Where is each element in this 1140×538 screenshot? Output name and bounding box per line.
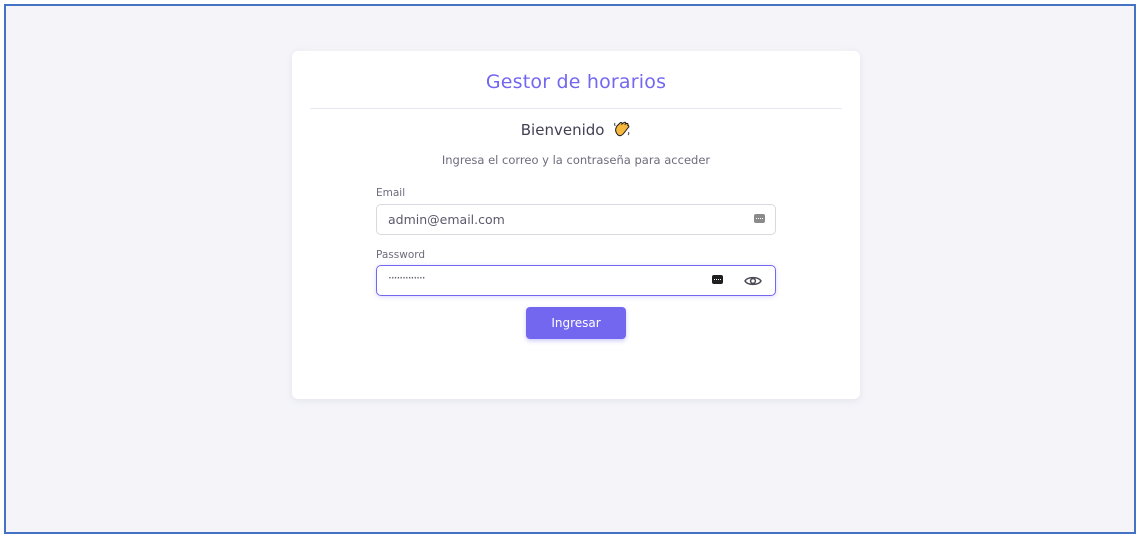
waving-hand-icon — [613, 120, 631, 142]
login-button[interactable]: Ingresar — [526, 307, 626, 339]
page-frame: Gestor de horarios Bienvenido Ingresa el… — [4, 4, 1136, 534]
email-value: admin@email.com — [388, 212, 505, 227]
password-label: Password — [376, 249, 426, 261]
password-value: ············· — [388, 271, 426, 285]
autofill-key-icon[interactable] — [712, 275, 723, 284]
email-label: Email — [376, 187, 406, 199]
title-divider — [310, 108, 842, 109]
autofill-key-icon[interactable] — [754, 214, 765, 223]
login-card: Gestor de horarios Bienvenido Ingresa el… — [292, 51, 860, 399]
login-instructions: Ingresa el correo y la contraseña para a… — [441, 153, 711, 167]
welcome-text: Bienvenido — [520, 121, 605, 139]
password-field[interactable]: ············· — [376, 265, 776, 296]
app-title: Gestor de horarios — [485, 71, 667, 93]
eye-icon[interactable] — [743, 272, 763, 294]
email-field[interactable]: admin@email.com — [376, 204, 776, 235]
welcome-heading: Bienvenido — [292, 120, 860, 142]
